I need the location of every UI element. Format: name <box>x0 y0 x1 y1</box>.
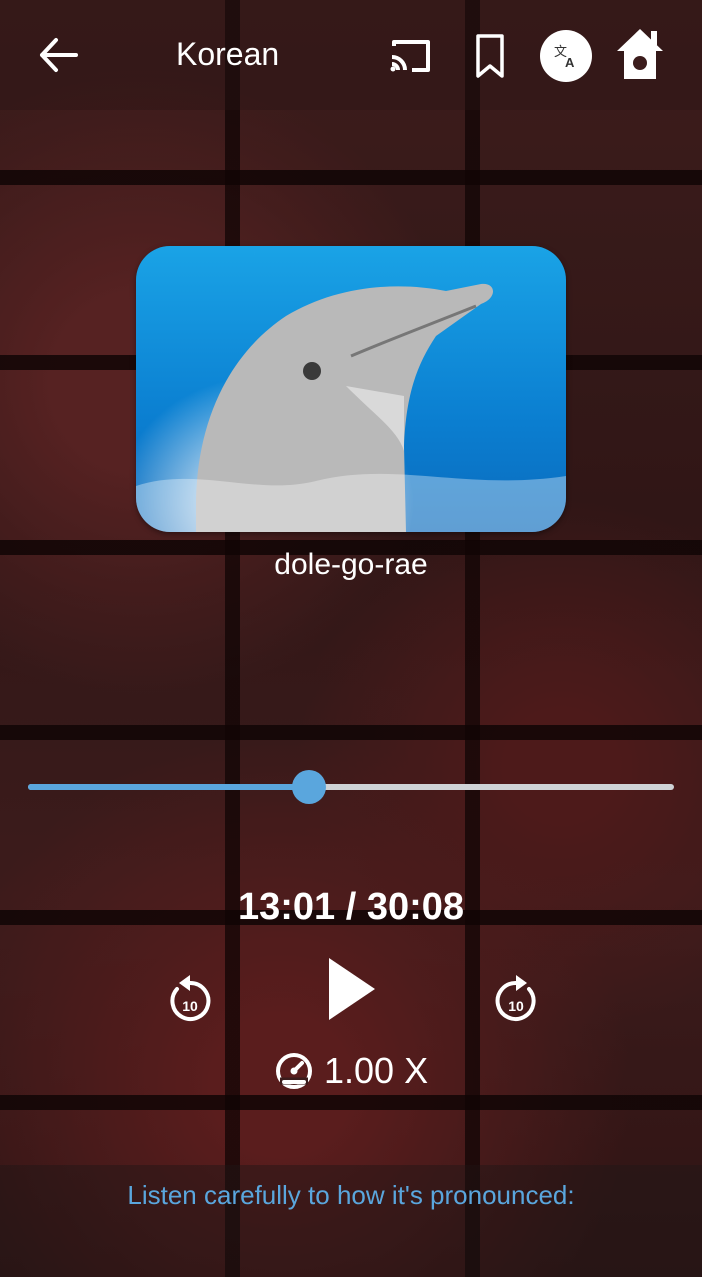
play-icon <box>329 958 375 1020</box>
arrow-left-icon <box>40 38 78 72</box>
forward-10-button[interactable]: 10 <box>486 970 546 1030</box>
translate-icon: 文 A <box>554 45 575 70</box>
hint-text: Listen carefully to how it's pronounced: <box>127 1180 575 1210</box>
translate-button[interactable]: 文 A <box>540 30 592 82</box>
app-bar <box>0 0 702 110</box>
cast-button[interactable] <box>386 32 434 80</box>
home-button[interactable] <box>614 26 666 82</box>
seek-bar[interactable] <box>28 770 674 804</box>
seek-bar-progress <box>28 784 309 790</box>
page-title: Korean <box>176 36 280 72</box>
cast-icon <box>390 40 430 72</box>
bookmark-icon <box>476 34 504 78</box>
seek-thumb[interactable] <box>292 770 326 804</box>
speed-label: 1.00 X <box>324 1050 429 1091</box>
time-display: 13:01 / 30:08 <box>237 886 465 928</box>
speedometer-icon <box>276 1053 312 1089</box>
play-button[interactable] <box>316 950 386 1028</box>
replay-10-icon: 10 <box>170 975 211 1021</box>
svg-text:A: A <box>565 55 575 70</box>
rewind-seconds-label: 10 <box>182 998 198 1014</box>
forward-10-icon: 10 <box>495 975 536 1021</box>
bookmark-button[interactable] <box>466 28 514 84</box>
dolphin-photo <box>136 246 566 532</box>
back-button[interactable] <box>30 30 86 80</box>
pronunciation-word: dole-go-rae <box>274 548 428 581</box>
home-icon <box>617 29 663 79</box>
dolphin-illustration <box>136 283 566 532</box>
rewind-10-button[interactable]: 10 <box>160 970 220 1030</box>
playback-speed-button[interactable]: 1.00 X <box>274 1048 428 1094</box>
forward-seconds-label: 10 <box>508 998 524 1014</box>
